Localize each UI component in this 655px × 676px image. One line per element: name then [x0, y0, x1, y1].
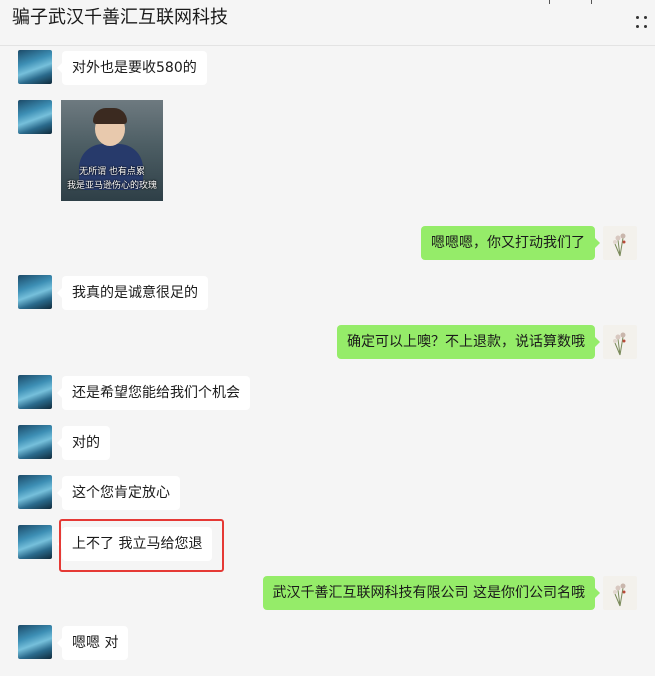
flower-icon — [613, 332, 626, 356]
contact-avatar[interactable] — [18, 275, 52, 309]
message-bubble-left[interactable]: 对外也是要收580的 — [57, 51, 207, 85]
contact-avatar[interactable] — [18, 425, 52, 459]
message-bubble-left[interactable]: 对的 — [57, 426, 110, 460]
contact-avatar[interactable] — [18, 100, 52, 134]
message-bubble-right[interactable]: 嗯嗯嗯，你又打动我们了 — [421, 226, 600, 260]
highlight-box — [59, 519, 224, 572]
sticker-caption: 我是亚马逊伤心的玫瑰 — [66, 181, 157, 191]
sticker-caption: 无所谓 也有点累 — [79, 167, 145, 177]
contact-avatar[interactable] — [18, 525, 52, 559]
message-bubble-left[interactable]: 这个您肯定放心 — [57, 476, 180, 510]
message-bubble-left[interactable]: 还是希望您能给我们个机会 — [57, 376, 250, 410]
more-icon[interactable] — [635, 12, 649, 32]
message-bubble-left[interactable]: 我真的是诚意很足的 — [57, 276, 208, 310]
sticker-image[interactable]: 无所谓 也有点累 我是亚马逊伤心的玫瑰 — [61, 100, 163, 201]
user-avatar[interactable] — [603, 226, 637, 260]
window-edge-mark — [549, 0, 550, 4]
message-bubble-right[interactable]: 武汉千善汇互联网科技有限公司 这是你们公司名哦 — [262, 576, 601, 610]
user-avatar[interactable] — [603, 576, 637, 610]
user-avatar[interactable] — [603, 325, 637, 359]
contact-avatar[interactable] — [18, 625, 52, 659]
flower-icon — [613, 233, 626, 257]
message-bubble-right[interactable]: 确定可以上噢？不上退款，说话算数哦 — [337, 325, 600, 359]
window-edge-mark — [591, 0, 592, 4]
sticker-hair — [93, 108, 127, 124]
contact-avatar[interactable] — [18, 475, 52, 509]
chat-header: 骗子武汉千善汇互联网科技 — [0, 0, 655, 46]
contact-avatar[interactable] — [18, 375, 52, 409]
chat-title: 骗子武汉千善汇互联网科技 — [12, 7, 228, 28]
message-bubble-left[interactable]: 嗯嗯 对 — [56, 626, 129, 660]
flower-icon — [613, 583, 626, 607]
contact-avatar[interactable] — [18, 50, 52, 84]
